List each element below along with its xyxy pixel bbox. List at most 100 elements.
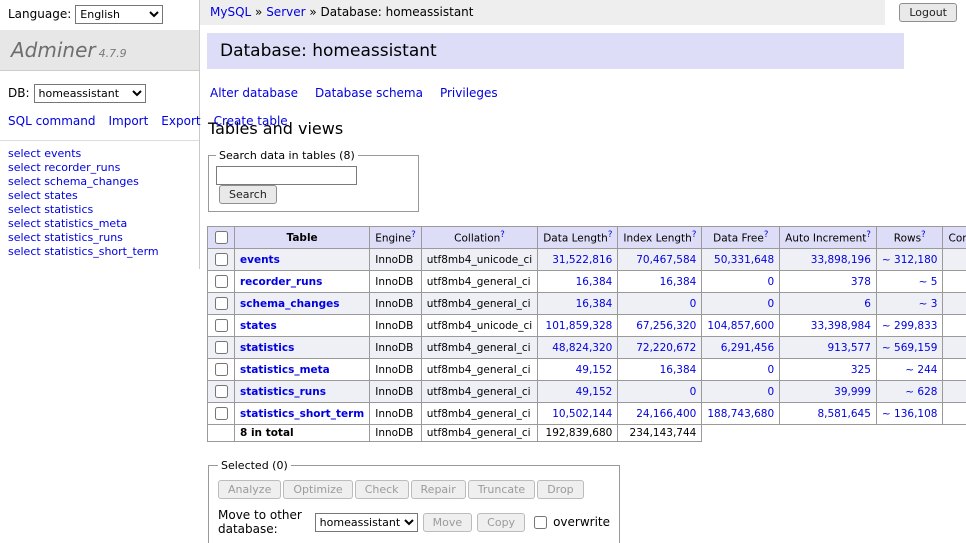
search-button[interactable]: Search xyxy=(219,185,277,204)
total-row: 8 in totalInnoDButf8mb4_general_ci192,83… xyxy=(208,425,966,442)
doc-link[interactable]: ? xyxy=(764,230,769,240)
copy-button[interactable]: Copy xyxy=(477,513,525,532)
table-name-link[interactable]: statistics_short_term xyxy=(240,408,364,420)
table-row: statistics_runsInnoDButf8mb4_general_ci4… xyxy=(208,381,966,403)
column-label: Collation xyxy=(454,233,500,245)
row-checkbox[interactable] xyxy=(215,319,228,332)
overwrite-checkbox[interactable] xyxy=(534,516,547,529)
logout-button[interactable]: Logout xyxy=(899,3,957,22)
breadcrumb-item[interactable]: Server xyxy=(266,5,305,19)
table-header-row: TableEngine?Collation?Data Length?Index … xyxy=(208,227,966,249)
doc-link[interactable]: ? xyxy=(921,230,926,240)
cell-rows: ~ 569,159 xyxy=(876,337,943,359)
rows-count-link[interactable]: ~ 5 xyxy=(919,276,938,288)
bulk-repair-button[interactable]: Repair xyxy=(411,480,466,499)
sidebar-table-link[interactable]: recorder_runs xyxy=(44,161,120,174)
table-name-link[interactable]: states xyxy=(240,320,277,332)
column-header: Comment? xyxy=(943,227,966,249)
column-header: Data Length? xyxy=(538,227,618,249)
doc-link[interactable]: ? xyxy=(411,230,416,240)
doc-link[interactable]: ? xyxy=(500,230,505,240)
cell-data-length: 49,152 xyxy=(538,359,618,381)
bulk-check-button[interactable]: Check xyxy=(355,480,409,499)
rows-count-link[interactable]: ~ 3 xyxy=(919,298,938,310)
breadcrumb-item[interactable]: MySQL xyxy=(210,5,251,19)
search-fieldset: Search data in tables (8) Search xyxy=(208,149,419,212)
total-empty-cell xyxy=(208,425,235,442)
db-action-link[interactable]: Alter database xyxy=(210,86,298,100)
doc-link[interactable]: ? xyxy=(692,230,697,240)
header-checkbox-cell xyxy=(208,227,235,249)
selected-fieldset: Selected (0) AnalyzeOptimizeCheckRepairT… xyxy=(208,459,620,543)
sidebar-link[interactable]: Import xyxy=(108,114,148,128)
row-checkbox[interactable] xyxy=(215,363,228,376)
rows-count-link[interactable]: ~ 628 xyxy=(905,386,937,398)
table-name-link[interactable]: recorder_runs xyxy=(240,276,322,288)
sidebar-table-item: select statistics_short_term xyxy=(8,246,191,259)
select-table-link[interactable]: select xyxy=(8,245,41,258)
row-checkbox[interactable] xyxy=(215,341,228,354)
cell-data-length: 31,522,816 xyxy=(538,249,618,271)
cell-data-length: 16,384 xyxy=(538,271,618,293)
select-table-link[interactable]: select xyxy=(8,203,41,216)
bulk-drop-button[interactable]: Drop xyxy=(537,480,583,499)
table-name-link[interactable]: statistics_runs xyxy=(240,386,326,398)
rows-count-link[interactable]: ~ 136,108 xyxy=(882,408,938,420)
cell-collation: utf8mb4_general_ci xyxy=(421,293,537,315)
sidebar-table-link[interactable]: schema_changes xyxy=(44,175,139,188)
table-name-link[interactable]: statistics_meta xyxy=(240,364,330,376)
sidebar-link[interactable]: Create table xyxy=(214,114,288,128)
cell-engine: InnoDB xyxy=(370,271,422,293)
doc-link[interactable]: ? xyxy=(608,230,613,240)
row-checkbox[interactable] xyxy=(215,275,228,288)
table-name-link[interactable]: events xyxy=(240,254,280,266)
breadcrumb-item: Database: homeassistant xyxy=(321,5,474,19)
sidebar-table-link[interactable]: events xyxy=(44,147,81,160)
sidebar-table-link[interactable]: statistics_meta xyxy=(44,217,127,230)
select-table-link[interactable]: select xyxy=(8,161,41,174)
cell-index-length: 72,220,672 xyxy=(618,337,702,359)
sidebar-table-link[interactable]: statistics xyxy=(44,203,93,216)
column-label: Data Length xyxy=(543,233,608,245)
row-checkbox[interactable] xyxy=(215,407,228,420)
rows-count-link[interactable]: ~ 299,833 xyxy=(882,320,938,332)
select-table-link[interactable]: select xyxy=(8,147,41,160)
rows-count-link[interactable]: ~ 569,159 xyxy=(882,342,938,354)
select-table-link[interactable]: select xyxy=(8,175,41,188)
row-checkbox[interactable] xyxy=(215,297,228,310)
select-table-link[interactable]: select xyxy=(8,231,41,244)
cell-table-name: statistics_short_term xyxy=(235,403,370,425)
db-action-link[interactable]: Database schema xyxy=(315,86,423,100)
bulk-truncate-button[interactable]: Truncate xyxy=(468,480,535,499)
selected-legend: Selected (0) xyxy=(218,459,291,472)
search-input[interactable] xyxy=(216,166,357,185)
cell-data-length: 48,824,320 xyxy=(538,337,618,359)
sidebar-table-link[interactable]: statistics_short_term xyxy=(44,245,158,258)
select-all-checkbox[interactable] xyxy=(215,231,228,244)
db-select[interactable]: homeassistant xyxy=(34,84,146,103)
bulk-analyze-button[interactable]: Analyze xyxy=(218,480,281,499)
move-button[interactable]: Move xyxy=(423,513,473,532)
cell-auto-increment: 8,581,645 xyxy=(780,403,877,425)
sidebar-links: SQL commandImportExportCreate table xyxy=(0,109,199,141)
sidebar-table-link[interactable]: states xyxy=(44,189,78,202)
table-name-link[interactable]: schema_changes xyxy=(240,298,340,310)
row-checkbox[interactable] xyxy=(215,385,228,398)
db-action-link[interactable]: Privileges xyxy=(440,86,498,100)
rows-count-link[interactable]: ~ 312,180 xyxy=(882,254,938,266)
cell-data-length: 101,859,328 xyxy=(538,315,618,337)
move-db-select[interactable]: homeassistant xyxy=(315,513,418,532)
total-collation: utf8mb4_general_ci xyxy=(421,425,537,442)
sidebar-link[interactable]: SQL command xyxy=(8,114,95,128)
sidebar-link[interactable]: Export xyxy=(161,114,200,128)
bulk-optimize-button[interactable]: Optimize xyxy=(283,480,352,499)
language-select[interactable]: English xyxy=(75,5,163,24)
table-name-link[interactable]: statistics xyxy=(240,342,294,354)
select-table-link[interactable]: select xyxy=(8,189,41,202)
tables-table-head: TableEngine?Collation?Data Length?Index … xyxy=(208,227,966,249)
doc-link[interactable]: ? xyxy=(866,230,871,240)
row-checkbox[interactable] xyxy=(215,253,228,266)
select-table-link[interactable]: select xyxy=(8,217,41,230)
rows-count-link[interactable]: ~ 244 xyxy=(905,364,937,376)
sidebar-table-link[interactable]: statistics_runs xyxy=(44,231,123,244)
